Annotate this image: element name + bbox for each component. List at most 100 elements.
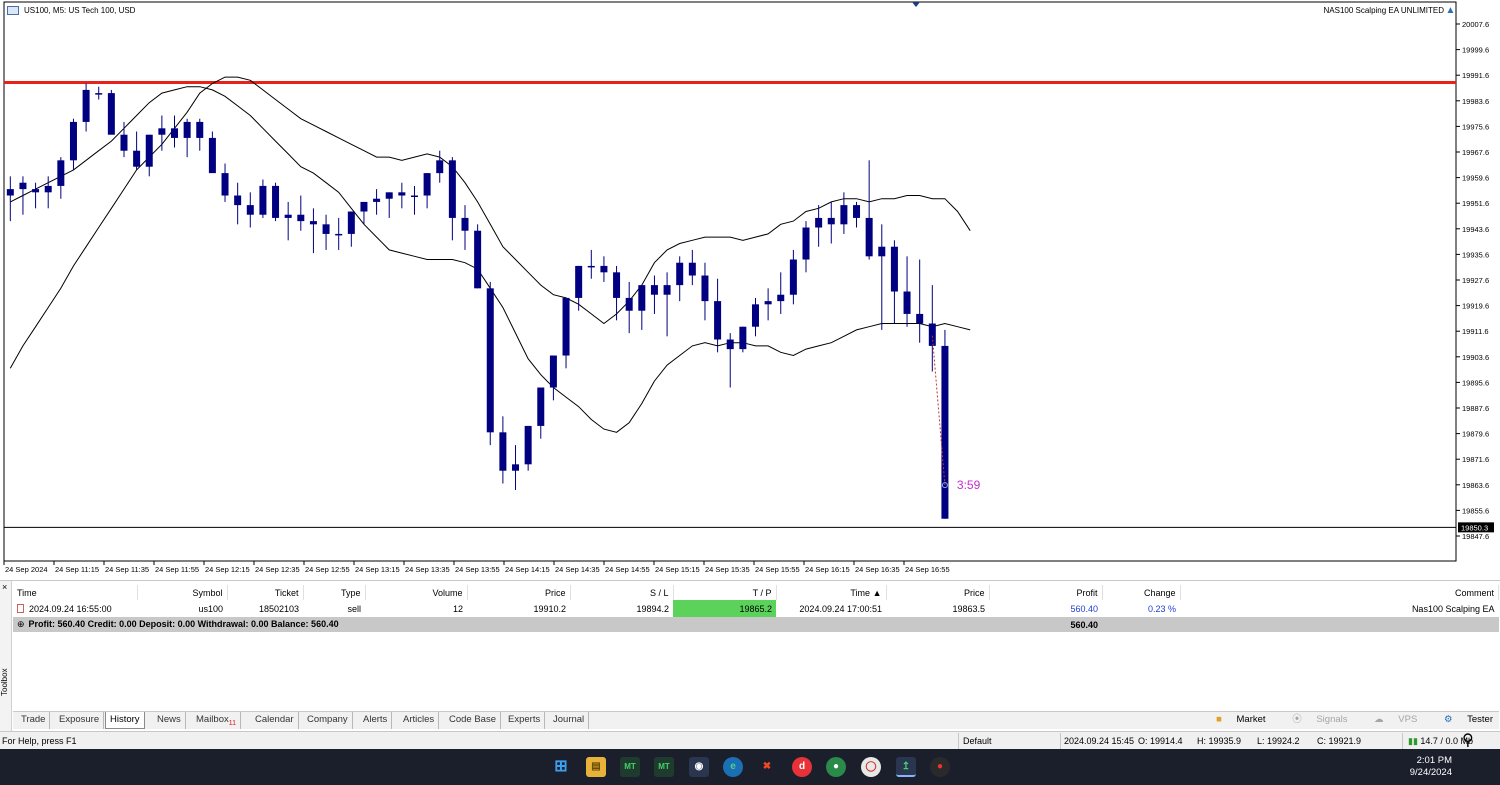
col-header-time[interactable]: Time	[13, 585, 138, 600]
deal-open-time: 2024.09.24 16:55:00	[29, 603, 112, 614]
tab-alerts[interactable]: Alerts	[359, 712, 393, 729]
candle-body	[196, 121, 204, 138]
candle-body	[600, 265, 608, 273]
recorder-icon[interactable]: ●	[930, 757, 950, 777]
system-clock[interactable]: 2:01 PM 9/24/2024	[1410, 755, 1452, 779]
col-header-price[interactable]: Price	[467, 585, 571, 600]
candle-body	[423, 173, 431, 196]
chart-window[interactable]: 20007.6 19999.6 19991.6 19983.6 19975.6 19967…	[0, 0, 1500, 577]
windows-start-icon[interactable]: ⊞	[551, 757, 571, 777]
metatrader-icon[interactable]: MT	[620, 757, 640, 777]
time-tick-label: 24 Sep 16:15	[805, 565, 850, 574]
col-header-volume[interactable]: Volume	[365, 585, 468, 600]
status-help-text: For Help, press F1	[2, 736, 77, 746]
col-header-symbol[interactable]: Symbol	[137, 585, 228, 600]
edge-browser-icon[interactable]: e	[723, 757, 743, 777]
candle-body	[802, 227, 810, 260]
signals-button[interactable]: ⦿ Signals	[1280, 714, 1347, 725]
expert-advisor-name: NAS100 Scalping EA UNLIMITED	[1323, 6, 1445, 15]
status-profile[interactable]: Default	[963, 736, 992, 746]
trading-app-active-icon[interactable]: ↥	[896, 757, 916, 777]
status-low: L: 19924.2	[1257, 736, 1300, 746]
tester-button[interactable]: ⚙ Tester	[1432, 714, 1493, 725]
tab-trade[interactable]: Trade	[17, 712, 51, 729]
tab-news[interactable]: News	[153, 712, 186, 729]
col-header-change[interactable]: Change	[1102, 585, 1181, 600]
anydesk-icon[interactable]: ✖	[757, 757, 777, 777]
candle-body	[272, 185, 280, 218]
time-tick-label: 24 Sep 12:55	[305, 565, 350, 574]
candle	[941, 329, 949, 519]
candle-body	[688, 262, 696, 276]
sort-ascending-icon: ▲	[872, 587, 882, 598]
candle-body	[751, 304, 759, 327]
tab-company[interactable]: Company	[303, 712, 353, 729]
time-tick-label: 24 Sep 12:15	[205, 565, 250, 574]
expert-advisor-hat-icon[interactable]: ▲	[1445, 5, 1456, 16]
candle-body	[701, 275, 709, 302]
candle-body	[777, 294, 785, 302]
col-header-profit[interactable]: Profit	[989, 585, 1103, 600]
cell-take-profit: 19865.2	[673, 600, 776, 617]
chrome-browser-icon[interactable]: ◯	[861, 757, 881, 777]
cat-app-icon[interactable]: ◉	[689, 757, 709, 777]
candle	[739, 326, 747, 353]
tab-calendar[interactable]: Calendar	[251, 712, 299, 729]
status-divider	[1060, 733, 1061, 749]
price-chart[interactable]: 20007.6 19999.6 19991.6 19983.6 19975.6 19967…	[0, 0, 1500, 577]
time-tick-label: 24 Sep 11:35	[105, 565, 149, 574]
candle-body	[158, 128, 166, 135]
price-tick-label: 19951.6	[1462, 199, 1489, 208]
deal-document-icon	[17, 603, 24, 613]
col-header-comment[interactable]: Comment	[1180, 585, 1499, 600]
price-tick-label: 19871.6	[1462, 455, 1489, 464]
col-header-close-price[interactable]: Price	[886, 585, 990, 600]
tab-experts[interactable]: Experts	[504, 712, 546, 729]
tab-mailbox[interactable]: Mailbox11	[192, 712, 242, 729]
col-header-type[interactable]: Type	[303, 585, 366, 600]
col-header-take-profit[interactable]: T / P	[673, 585, 777, 600]
col-header-close-time[interactable]: Time ▲	[776, 585, 887, 600]
col-header-ticket[interactable]: Ticket	[227, 585, 304, 600]
current-price-label: 19850.3	[1461, 523, 1488, 532]
price-tick-label: 19927.6	[1462, 276, 1489, 285]
chart-symbol-title: US100, M5: US Tech 100, USD	[24, 6, 136, 15]
expand-circle-icon[interactable]: ⊕	[17, 619, 25, 629]
tab-exposure[interactable]: Exposure	[55, 712, 105, 729]
candle-body	[789, 259, 797, 295]
magnifier-icon[interactable]: ⚲	[1462, 730, 1474, 750]
time-tick-label: 24 Sep 11:15	[55, 565, 99, 574]
time-tick-label: 24 Sep 13:55	[455, 565, 500, 574]
green-app-icon[interactable]: ●	[826, 757, 846, 777]
tab-history[interactable]: History	[105, 712, 145, 729]
time-tick-label: 24 Sep 15:55	[755, 565, 800, 574]
tab-code-base[interactable]: Code Base	[445, 712, 502, 729]
candle-body	[183, 121, 191, 138]
file-explorer-icon[interactable]: ▤	[586, 757, 606, 777]
close-icon[interactable]: ×	[2, 582, 7, 592]
time-tick-label: 24 Sep 13:15	[355, 565, 400, 574]
status-divider	[958, 733, 959, 749]
candle-body	[221, 173, 229, 196]
candle-body	[815, 217, 823, 228]
summary-row[interactable]: ⊕ Profit: 560.40 Credit: 0.00 Deposit: 0.…	[13, 617, 1499, 632]
red-app-icon[interactable]: d	[792, 757, 812, 777]
close-time-label: Time	[850, 587, 871, 598]
candle-body	[107, 93, 115, 135]
tab-articles[interactable]: Articles	[399, 712, 440, 729]
market-button[interactable]: ■ Market	[1204, 714, 1265, 725]
metatrader-icon-2[interactable]: MT	[654, 757, 674, 777]
candle-body	[335, 233, 343, 236]
col-header-stop-loss[interactable]: S / L	[570, 585, 674, 600]
candle-body	[297, 214, 305, 222]
candle-body	[360, 201, 368, 212]
table-row[interactable]: 2024.09.24 16:55:00 us100 18502103 sell …	[13, 600, 1499, 617]
candle-body	[537, 387, 545, 426]
candle	[107, 89, 115, 135]
tab-journal[interactable]: Journal	[549, 712, 590, 729]
candle-body	[638, 285, 646, 311]
time-tick-label: 24 Sep 13:35	[405, 565, 450, 574]
time-tick-label: 24 Sep 12:35	[255, 565, 300, 574]
status-bar-datetime: 2024.09.24 15:45	[1064, 736, 1135, 746]
vps-button[interactable]: ☁ VPS	[1362, 714, 1417, 725]
